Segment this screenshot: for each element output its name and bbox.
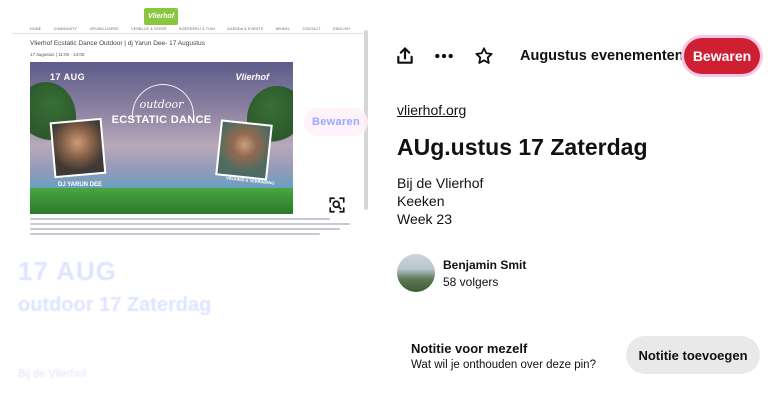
event-poster: 17 AUG Vlierhof outdoor ECSTATIC DANCE D… [30, 62, 293, 214]
website-nav-item: Verblijf & Sfeer [131, 27, 167, 31]
website-nav-item: Winkel [275, 27, 291, 31]
pin-details-panel: Augustus evenementen Bewaren vlierhof.or… [372, 0, 768, 400]
source-link[interactable]: vlierhof.org [397, 102, 466, 118]
faded-venue-text: Bij de Vlierhof [18, 368, 86, 380]
website-event-date: 17 augustus | 11:00 - 14:00 [30, 52, 85, 57]
website-body-text [30, 218, 330, 220]
website-body-text [30, 228, 340, 230]
share-icon [397, 47, 413, 64]
poster-brand: Vlierhof [235, 72, 269, 82]
star-icon [475, 47, 493, 64]
faded-date-text: 17 AUG [18, 256, 117, 286]
website-nav-item: Contact [302, 27, 321, 31]
board-select-dropdown[interactable]: Augustus evenementen [520, 44, 702, 68]
pin-description: Bij de Vlierhof Keeken Week 23 [397, 174, 483, 228]
add-note-button[interactable]: Notitie toevoegen [626, 336, 760, 374]
dj-name-left: DJ YARUN DEE [58, 182, 103, 188]
website-nav-item: Community [53, 27, 78, 31]
website-nav-items: Home Community Vrijwilligers Verblijf & … [30, 27, 350, 31]
website-nav-item: Agenda & Events [227, 27, 264, 31]
grass-strip [30, 188, 293, 214]
website-nav-item: English [333, 27, 350, 31]
pin-title: AUg.ustus 17 Zaterdag [397, 134, 648, 160]
visual-search-button[interactable] [322, 190, 352, 220]
poster-title-outdoor: outdoor [139, 98, 184, 111]
image-overlay-save-label: Bewaren [304, 108, 368, 136]
poster-date: 17 AUG [50, 72, 86, 82]
board-select-label: Augustus evenementen [520, 48, 684, 64]
creator-name[interactable]: Benjamin Smit [443, 258, 526, 272]
note-heading: Notitie voor mezelf [411, 341, 528, 356]
creator-info: Benjamin Smit 58 volgers [397, 254, 526, 292]
website-page-heading: Vlierhof Ecstatic Dance Outdoor | dj Yar… [30, 40, 205, 47]
more-options-button[interactable] [430, 42, 458, 70]
save-button[interactable]: Bewaren [684, 38, 760, 74]
lens-search-icon [329, 197, 345, 213]
website-nav-bar: Vlierhof Home Community Vrijwilligers Ve… [12, 6, 364, 34]
share-button[interactable] [391, 42, 419, 70]
site-logo: Vlierhof [144, 8, 178, 25]
description-line: Bij de Vlierhof [397, 175, 484, 191]
faded-title-text: outdoor 17 Zaterdag [18, 294, 212, 316]
website-nav-item: Home [30, 27, 42, 31]
dj-photo-left [49, 117, 107, 179]
website-nav-item: Vrijwilligers [89, 27, 119, 31]
avatar[interactable] [397, 254, 435, 292]
website-body-text [30, 233, 320, 235]
pin-image-panel: Vlierhof Home Community Vrijwilligers Ve… [0, 0, 372, 400]
note-subtitle: Wat wil je onthouden over deze pin? [411, 359, 596, 371]
description-line: Week 23 [397, 211, 452, 227]
creator-followers: 58 volgers [443, 274, 499, 289]
website-nav-item: Boerderij & Tuin [179, 27, 215, 31]
favorite-button[interactable] [470, 42, 498, 70]
more-options-icon [435, 53, 453, 59]
dj-photo-right [215, 119, 273, 181]
faded-text-overlay: 17 AUG outdoor 17 Zaterdag Bij de Vlierh… [12, 240, 362, 400]
description-line: Keeken [397, 193, 445, 209]
website-body-text [30, 223, 350, 225]
